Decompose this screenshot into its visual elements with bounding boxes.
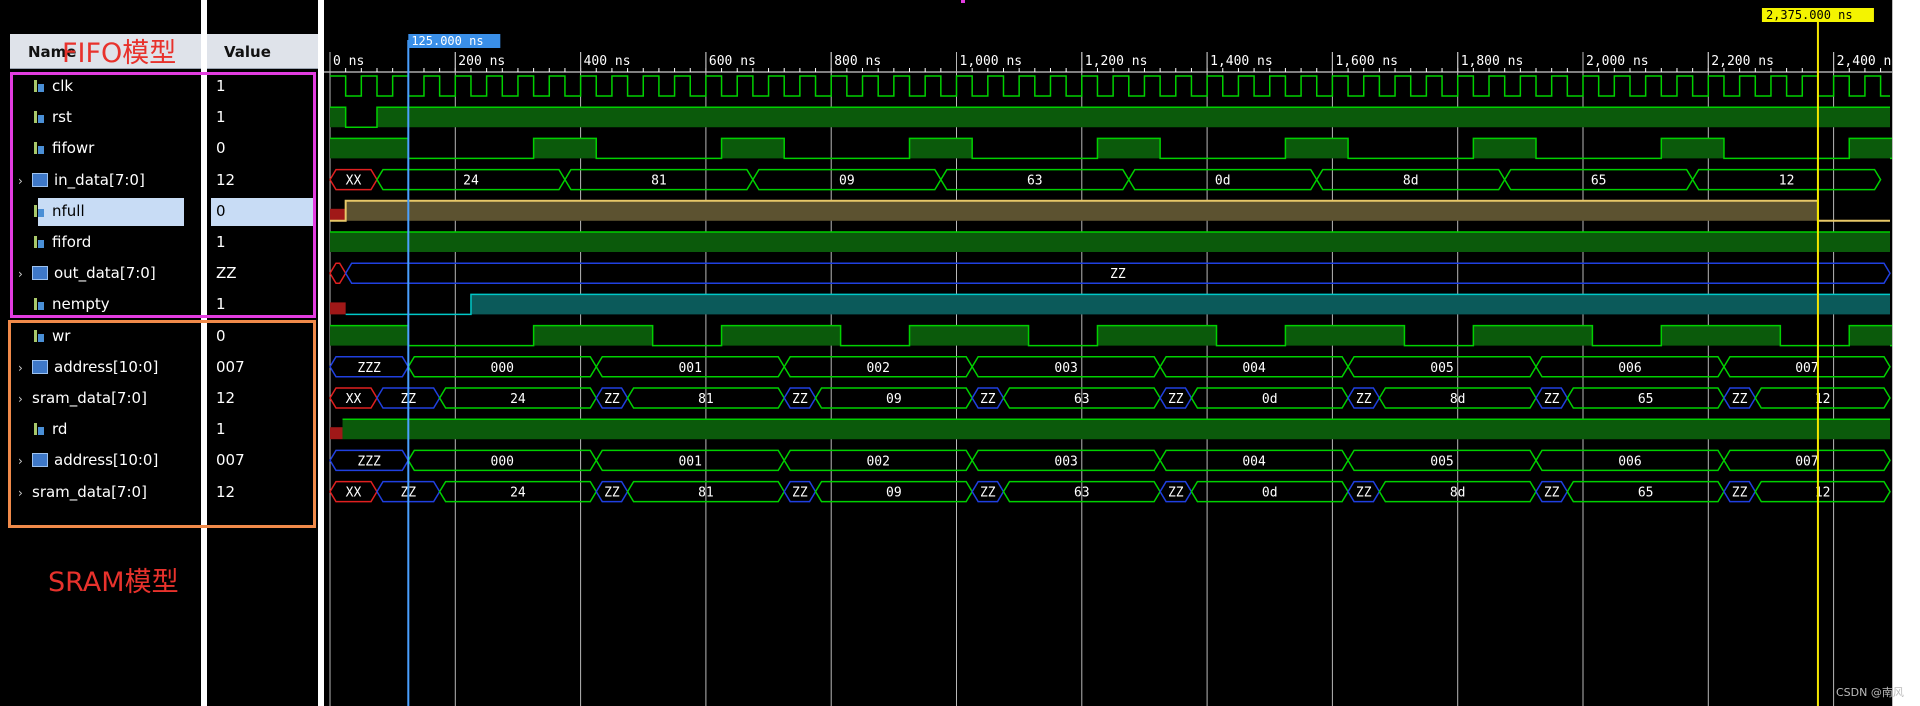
- bus-value-label: 63: [1074, 392, 1090, 407]
- bus-value-label: 0d: [1215, 174, 1231, 189]
- bus-value-label: 003: [1054, 454, 1077, 469]
- bus-value-label: 007: [1795, 454, 1818, 469]
- waveform-high-fill: [330, 325, 1892, 346]
- bus-value-label: ZZ: [1732, 392, 1748, 407]
- bus-value-label: 001: [678, 361, 701, 376]
- bus-value-label: 81: [651, 174, 667, 189]
- bus-value-label: ZZ: [1356, 392, 1372, 407]
- bus-value-label: 63: [1027, 174, 1043, 189]
- bus-value-label: 24: [463, 174, 479, 189]
- bus-value-label: 09: [886, 392, 902, 407]
- value-column-header[interactable]: Value: [207, 34, 318, 69]
- bus-value-label: 004: [1242, 361, 1266, 376]
- bus-value-label: 005: [1430, 361, 1453, 376]
- ruler-tick-label: 2,000 ns: [1586, 54, 1649, 69]
- undefined-marker: [330, 302, 346, 315]
- bus-value-label: ZZ: [980, 486, 996, 501]
- ruler-tick-label: 1,400 ns: [1210, 54, 1273, 69]
- bus-value-label: 002: [866, 361, 889, 376]
- bus-value-label: ZZZ: [357, 361, 381, 376]
- bus-value-label: ZZ: [604, 486, 620, 501]
- fifo-group-box: [10, 72, 316, 318]
- bus-value-label: 81: [698, 392, 714, 407]
- waveform-trace: [330, 75, 1890, 97]
- ruler-tick-label: 200 ns: [458, 54, 505, 69]
- bus-value-label: ZZ: [1356, 486, 1372, 501]
- bus-value-label: 24: [510, 392, 526, 407]
- vertical-scrollbar[interactable]: [1892, 0, 1920, 706]
- waveform-viewer: Name Value FIFO模型 SRAM模型 clk rst fifowr › in…: [0, 0, 1920, 706]
- bus-value-label: ZZ: [1110, 267, 1126, 282]
- bus-value-label: ZZ: [604, 392, 620, 407]
- bus-value-label: 65: [1591, 174, 1607, 189]
- time-ruler[interactable]: 0 ns 200 ns 400 ns 600 ns 800 ns 1,000 ns 1,20…: [324, 52, 1892, 73]
- bus-value-label: 8d: [1450, 392, 1466, 407]
- bus-value-label: 001: [678, 454, 701, 469]
- waveform-high-fill: [345, 200, 1818, 221]
- bus-value-label: 63: [1074, 486, 1090, 501]
- ruler-tick-label: 2,200 ns: [1711, 54, 1774, 69]
- ruler-tick-label: 1,600 ns: [1335, 54, 1398, 69]
- waveform-high-fill: [330, 107, 1890, 128]
- bus-value-label: ZZ: [1168, 392, 1184, 407]
- bus-value-label: XX: [346, 486, 362, 501]
- ruler-tick-label: 2,400 ns: [1837, 54, 1892, 69]
- ruler-tick-label: 400 ns: [584, 54, 631, 69]
- bus-value-label: 65: [1638, 486, 1654, 501]
- bus-value-label: 0d: [1262, 392, 1278, 407]
- bus-value-label: 000: [491, 454, 514, 469]
- secondary-cursor-label: 2,375.000 ns: [1766, 8, 1853, 22]
- bus-value-label: 002: [866, 454, 889, 469]
- bus-value-label: ZZ: [1168, 486, 1184, 501]
- top-marker: [961, 0, 965, 3]
- sram-group-box: [8, 320, 316, 528]
- waveform-high-fill: [470, 294, 1890, 315]
- bus-value-label: 005: [1430, 454, 1453, 469]
- bus-value-label: 8d: [1450, 486, 1466, 501]
- waveform-high-fill: [342, 419, 1890, 440]
- bus-value-label: 000: [491, 361, 514, 376]
- bus-segment: [329, 262, 347, 284]
- ruler-tick-label: 1,800 ns: [1461, 54, 1524, 69]
- ruler-tick-label: 1,200 ns: [1085, 54, 1148, 69]
- bus-value-label: 007: [1795, 361, 1818, 376]
- bus-value-label: ZZ: [980, 392, 996, 407]
- waveform-canvas[interactable]: 0 ns 200 ns 400 ns 600 ns 800 ns 1,000 ns 1,20…: [324, 0, 1892, 706]
- waveform-area[interactable]: 0 ns 200 ns 400 ns 600 ns 800 ns 1,000 ns 1,20…: [324, 0, 1892, 706]
- bus-value-label: 8d: [1403, 174, 1419, 189]
- bus-value-label: ZZ: [1544, 392, 1560, 407]
- watermark: CSDN @南风: [1836, 686, 1904, 699]
- primary-cursor-label: 125.000 ns: [411, 34, 483, 48]
- ruler-tick-label: 0 ns: [333, 54, 364, 69]
- bus-value-label: XX: [346, 174, 362, 189]
- fifo-model-annotation: FIFO模型: [62, 38, 177, 69]
- bus-value-label: 004: [1242, 454, 1266, 469]
- bus-value-label: 81: [698, 486, 714, 501]
- bus-value-label: 65: [1638, 392, 1654, 407]
- waveform-high-fill: [330, 232, 1890, 252]
- ruler-tick-label: 1,000 ns: [960, 54, 1023, 69]
- bus-value-label: 0d: [1262, 486, 1278, 501]
- undefined-marker: [330, 427, 343, 440]
- bus-value-label: 09: [886, 486, 902, 501]
- bus-value-label: 006: [1618, 361, 1641, 376]
- bus-value-label: 12: [1779, 174, 1795, 189]
- undefined-marker: [330, 208, 346, 221]
- bus-value-label: 003: [1054, 361, 1077, 376]
- waveform-high-fill: [330, 138, 1892, 159]
- bus-value-label: 09: [839, 174, 855, 189]
- ruler-tick-label: 800 ns: [834, 54, 881, 69]
- ruler-tick-label: 600 ns: [709, 54, 756, 69]
- bus-value-label: ZZ: [792, 392, 808, 407]
- bus-value-label: 24: [510, 486, 526, 501]
- sram-model-annotation: SRAM模型: [48, 567, 179, 598]
- bus-value-label: 006: [1618, 454, 1641, 469]
- bus-value-label: ZZ: [792, 486, 808, 501]
- bus-value-label: ZZ: [1732, 486, 1748, 501]
- bus-value-label: XX: [346, 392, 362, 407]
- bus-value-label: ZZ: [1544, 486, 1560, 501]
- bus-value-label: ZZZ: [357, 454, 381, 469]
